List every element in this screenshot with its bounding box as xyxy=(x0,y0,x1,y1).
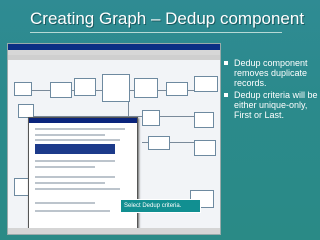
dialog-tab-strip xyxy=(35,128,125,130)
graph-component xyxy=(18,104,34,118)
bullet-square-icon xyxy=(224,93,228,97)
embedded-screenshot: Select Dedup criteria. xyxy=(7,43,221,235)
dialog-selected-row[interactable] xyxy=(35,144,115,154)
graph-component xyxy=(194,112,214,128)
title-underline xyxy=(30,32,282,33)
dialog-field xyxy=(35,202,95,204)
bullet-item: Dedup component removes duplicate record… xyxy=(222,58,318,88)
graph-component xyxy=(14,82,32,96)
graph-component xyxy=(194,76,218,92)
dedup-criteria-callout: Select Dedup criteria. xyxy=(120,199,201,213)
graph-component xyxy=(102,74,130,102)
bullet-list: Dedup component removes duplicate record… xyxy=(222,58,318,122)
graph-component xyxy=(194,140,216,156)
graph-component xyxy=(50,82,72,98)
graph-component xyxy=(134,78,158,98)
dialog-field xyxy=(35,166,95,168)
dialog-field xyxy=(35,210,110,212)
dialog-field xyxy=(35,182,105,184)
dialog-titlebar xyxy=(29,118,137,123)
slide-title: Creating Graph – Dedup component xyxy=(30,9,305,28)
screenshot-statusbar xyxy=(8,228,220,234)
bullet-text: Dedup component removes duplicate record… xyxy=(234,58,308,88)
dialog-field xyxy=(35,176,115,178)
dedup-properties-dialog xyxy=(28,117,138,234)
dialog-field xyxy=(35,139,120,141)
graph-component xyxy=(148,136,170,150)
graph-component xyxy=(142,110,160,126)
dialog-field xyxy=(35,160,115,162)
graph-component xyxy=(74,78,96,96)
bullet-item: Dedup criteria will be either unique-onl… xyxy=(222,90,318,120)
slide: Creating Graph – Dedup component Select … xyxy=(0,0,320,240)
graph-component xyxy=(166,82,188,96)
dialog-field xyxy=(35,188,120,190)
bullet-square-icon xyxy=(224,61,228,65)
dialog-field xyxy=(35,134,105,136)
graph-canvas: Select Dedup criteria. xyxy=(8,60,220,234)
bullet-text: Dedup criteria will be either unique-onl… xyxy=(234,90,318,120)
